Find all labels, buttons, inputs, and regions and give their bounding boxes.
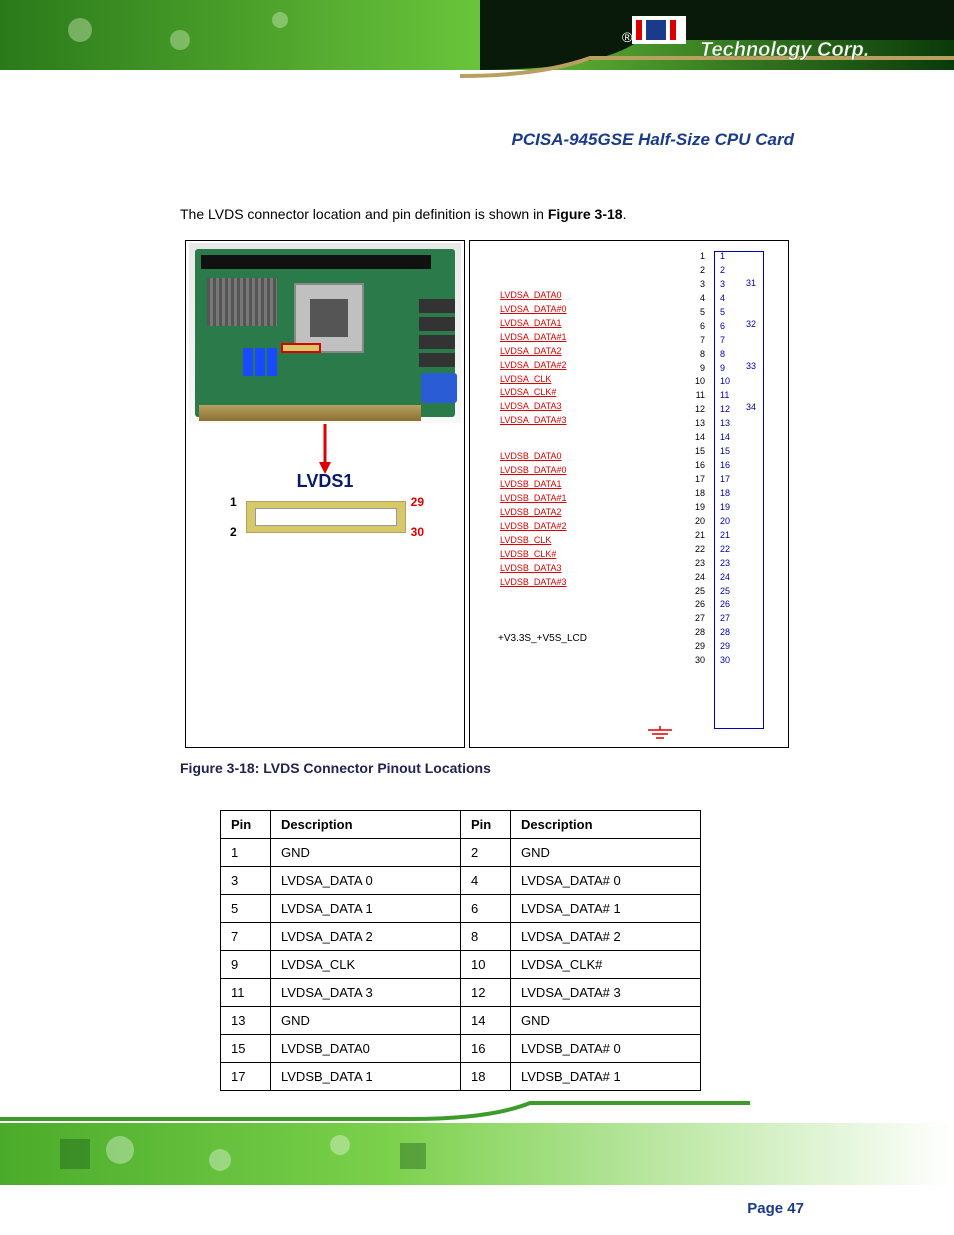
table-row: 7LVDSA_DATA 28LVDSA_DATA# 2 — [221, 923, 701, 951]
header-banner: Technology Corp. ® — [0, 0, 954, 100]
table-row: 1GND2GND — [221, 839, 701, 867]
table-row: 9LVDSA_CLK10LVDSA_CLK# — [221, 951, 701, 979]
table-row: 3LVDSA_DATA 04LVDSA_DATA# 0 — [221, 867, 701, 895]
schematic-pins-source: 1234567891011121314151617181920212223242… — [695, 250, 705, 668]
board-illustration — [189, 243, 461, 423]
col-header: Pin — [461, 811, 511, 839]
col-header: Description — [271, 811, 461, 839]
svg-text:®: ® — [622, 29, 633, 45]
figure-left-panel: LVDS1 1 2 29 30 — [185, 240, 465, 748]
page-number: Page 47 — [747, 1200, 804, 1217]
intro-part1: The LVDS connector location and pin defi… — [180, 206, 548, 222]
figure-caption: Figure 3-18: LVDS Connector Pinout Locat… — [180, 760, 491, 776]
connector-diagram: 1 2 29 30 — [226, 493, 426, 541]
intro-text: The LVDS connector location and pin defi… — [180, 205, 784, 225]
intro-part2: . — [623, 206, 627, 222]
ground-symbol-icon — [640, 726, 680, 742]
connector-label: LVDS1 — [186, 471, 464, 492]
pin-30-label: 30 — [411, 525, 424, 539]
footer-banner — [0, 1095, 954, 1185]
intro-fig-ref: Figure 3-18 — [548, 206, 623, 222]
table-row: 11LVDSA_DATA 312LVDSA_DATA# 3 — [221, 979, 701, 1007]
schematic-pins-extra: 31323334 — [746, 263, 756, 429]
figure-row: LVDS1 1 2 29 30 xx LVDSA_DATA0 LVDSA_DAT… — [185, 240, 789, 748]
table-header-row: Pin Description Pin Description — [221, 811, 701, 839]
table-row: 5LVDSA_DATA 16LVDSA_DATA# 1 — [221, 895, 701, 923]
table-row: 13GND14GND — [221, 1007, 701, 1035]
page-title: PCISA-945GSE Half-Size CPU Card — [512, 130, 794, 150]
pin-1-label: 1 — [230, 495, 237, 509]
schematic-pins-target: 1234567891011121314151617181920212223242… — [720, 250, 730, 668]
schematic-signal-labels: xx LVDSA_DATA0 LVDSA_DATA#0 LVDSA_DATA1 … — [500, 261, 567, 590]
pin-2-label: 2 — [230, 525, 237, 539]
lvds-location-highlight — [281, 343, 321, 353]
pin-29-label: 29 — [411, 495, 424, 509]
figure-right-panel: xx LVDSA_DATA0 LVDSA_DATA#0 LVDSA_DATA1 … — [469, 240, 789, 748]
pinout-table: Pin Description Pin Description 1GND2GND… — [220, 810, 701, 1091]
table-row: 17LVDSB_DATA 118LVDSB_DATA# 1 — [221, 1063, 701, 1091]
voltage-label: +V3.3S_+V5S_LCD — [498, 633, 587, 644]
col-header: Pin — [221, 811, 271, 839]
svg-text:Technology Corp.: Technology Corp. — [700, 39, 869, 61]
table-row: 15LVDSB_DATA016LVDSB_DATA# 0 — [221, 1035, 701, 1063]
arrow-down-icon — [315, 424, 335, 474]
col-header: Description — [511, 811, 701, 839]
